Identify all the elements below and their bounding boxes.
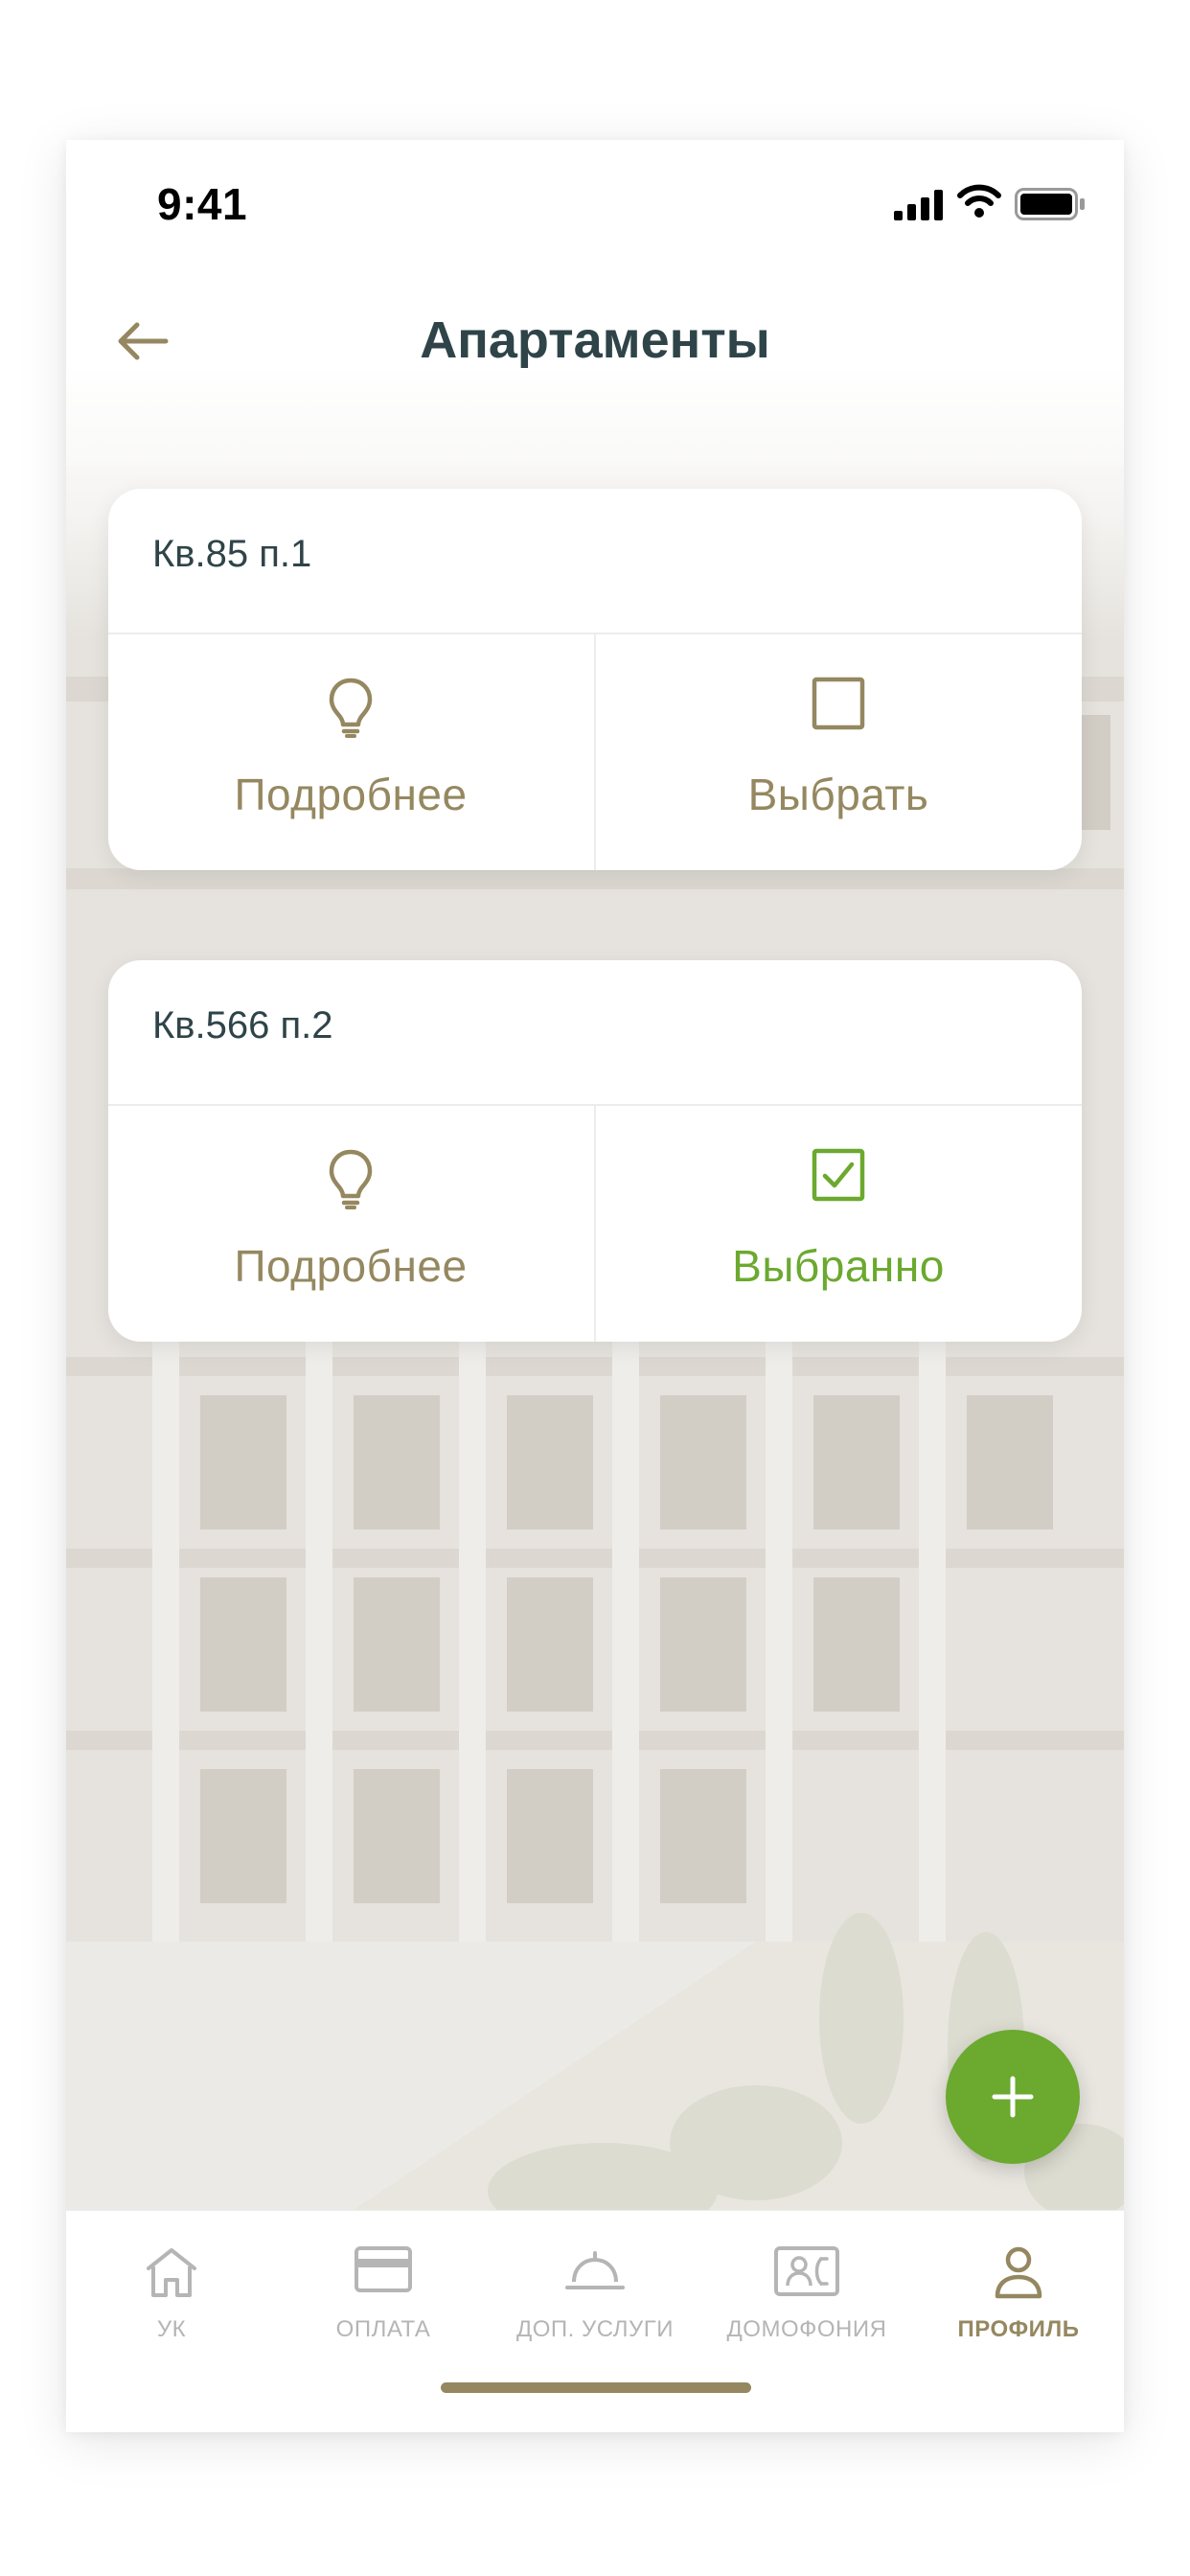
- tab-intercom[interactable]: ДОМОФОНИЯ: [701, 2211, 912, 2374]
- plus-icon: [992, 2076, 1034, 2118]
- select-label: Выбрать: [747, 770, 929, 819]
- person-icon: [995, 2246, 1042, 2299]
- header: Апартаменты: [66, 284, 1124, 399]
- cloche-icon: [565, 2251, 625, 2289]
- cellular-signal-icon: [894, 190, 943, 220]
- tab-payment[interactable]: ОПЛАТА: [278, 2211, 489, 2374]
- lightbulb-icon: [329, 1149, 373, 1209]
- home-indicator[interactable]: [441, 2382, 751, 2393]
- status-bar: 9:41: [66, 140, 1124, 264]
- tab-uk[interactable]: УК: [66, 2211, 277, 2374]
- checkbox-checked-icon: [812, 1148, 865, 1202]
- phone-screen: 9:41 Апартаменты Кв.85 п.1 Подробнее Выб…: [66, 140, 1124, 2432]
- details-button[interactable]: Подробнее: [108, 634, 593, 870]
- page-title: Апартаменты: [420, 311, 770, 369]
- tab-bar: УК ОПЛАТА ДОП. УСЛУГИ ДОМОФОНИЯ ПРОФИЛЬ: [66, 2210, 1124, 2432]
- add-apartment-button[interactable]: [946, 2030, 1080, 2164]
- intercom-icon: [774, 2246, 839, 2296]
- tab-label: ОПЛАТА: [335, 2316, 431, 2342]
- tab-label: ДОП. УСЛУГИ: [515, 2316, 675, 2342]
- details-label: Подробнее: [234, 770, 468, 819]
- tab-services[interactable]: ДОП. УСЛУГИ: [490, 2211, 700, 2374]
- wifi-icon: [957, 184, 1001, 218]
- battery-icon: [1015, 188, 1085, 220]
- home-icon: [147, 2248, 196, 2297]
- apartment-name: Кв.85 п.1: [152, 533, 312, 575]
- tab-label: ПРОФИЛЬ: [957, 2316, 1080, 2342]
- select-button[interactable]: Выбрать: [596, 634, 1081, 870]
- checkbox-empty-icon: [812, 677, 865, 730]
- status-time: 9:41: [157, 179, 248, 229]
- selected-button[interactable]: Выбранно: [596, 1106, 1081, 1342]
- tab-profile[interactable]: ПРОФИЛЬ: [913, 2211, 1124, 2374]
- selected-label: Выбранно: [732, 1241, 945, 1291]
- details-button[interactable]: Подробнее: [108, 1106, 593, 1342]
- tab-label: ДОМОФОНИЯ: [726, 2316, 887, 2342]
- card-icon: [355, 2246, 412, 2292]
- apartment-card: Кв.85 п.1 Подробнее Выбрать: [108, 489, 1082, 870]
- tab-label: УК: [156, 2316, 187, 2342]
- apartment-card: Кв.566 п.2 Подробнее Выбранно: [108, 960, 1082, 1342]
- apartment-name: Кв.566 п.2: [152, 1004, 333, 1046]
- details-label: Подробнее: [234, 1241, 468, 1291]
- lightbulb-icon: [329, 678, 373, 738]
